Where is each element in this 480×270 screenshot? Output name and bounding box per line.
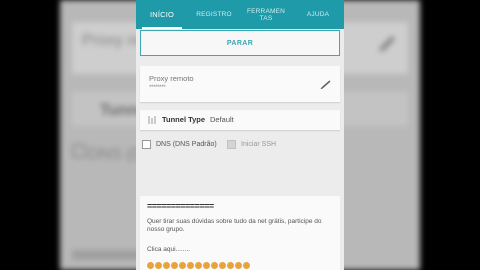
emoji-icon [147,262,154,269]
emoji-icon [195,262,202,269]
bg-proxy-text: Proxy re [82,32,142,49]
tab-label: INÍCIO [149,10,175,19]
emoji-icon [171,262,178,269]
emoji-icon [243,262,250,269]
tunnel-type-label: Tunnel Type [162,115,206,124]
tunnel-icon [148,116,156,124]
dns-checkbox-label: DNS (DNS Padrão) [156,140,217,148]
emoji-row [147,262,250,269]
tab-ferramentas[interactable]: FERRAMEN TAS [240,0,292,29]
tab-label: AJUDA [306,11,330,18]
ssh-checkbox[interactable] [227,139,236,149]
emoji-icon [203,262,210,269]
stop-button-label: PARAR [226,39,254,47]
tunnel-type-value: Default [210,115,234,124]
proxy-remote-value: ******** [149,85,166,91]
emoji-icon [219,262,226,269]
emoji-icon [155,262,162,269]
emoji-icon [211,262,218,269]
bg-blurred-strip [72,250,142,260]
tab-registro[interactable]: REGISTRO [188,0,240,29]
emoji-icon [235,262,242,269]
tunnel-type-card[interactable]: Tunnel Type Default [140,110,340,130]
bg-checkbox [72,144,86,158]
group-link[interactable]: Clica aqui........ [147,246,190,253]
emoji-icon [179,262,186,269]
message-card: ============== Quer tirar suas dúvidas s… [140,196,340,270]
emoji-icon [163,262,170,269]
tab-label: REGISTRO [196,11,232,18]
bg-dns-text: DNS (D [88,146,144,163]
emoji-icon [187,262,194,269]
tab-inicio[interactable]: INÍCIO [136,0,188,29]
video-frame: Proxy re Tunnel DNS (D INÍCIO REGISTRO F… [0,0,480,270]
proxy-remote-card[interactable]: Proxy remoto ******** [140,66,340,102]
emoji-icon [227,262,234,269]
dns-checkbox[interactable] [142,139,151,149]
message-separator: ============== [147,201,214,211]
tab-label: FERRAMEN TAS [246,7,286,22]
ssh-checkbox-label: Iniciar SSH [241,140,277,148]
dns-checkbox-row[interactable]: DNS (DNS Padrão) [142,138,217,150]
message-body: Quer tirar suas dúvidas sobre tudo da ne… [147,218,322,233]
tab-ajuda[interactable]: AJUDA [292,0,344,29]
tab-bar: INÍCIO REGISTRO FERRAMEN TAS AJUDA [136,0,344,29]
proxy-remote-label: Proxy remoto [149,74,194,83]
ssh-checkbox-row[interactable]: Iniciar SSH [227,138,276,150]
stop-button[interactable]: PARAR [140,30,340,56]
app-screen: INÍCIO REGISTRO FERRAMEN TAS AJUDA PARAR… [136,0,344,270]
pencil-icon[interactable] [319,79,333,89]
